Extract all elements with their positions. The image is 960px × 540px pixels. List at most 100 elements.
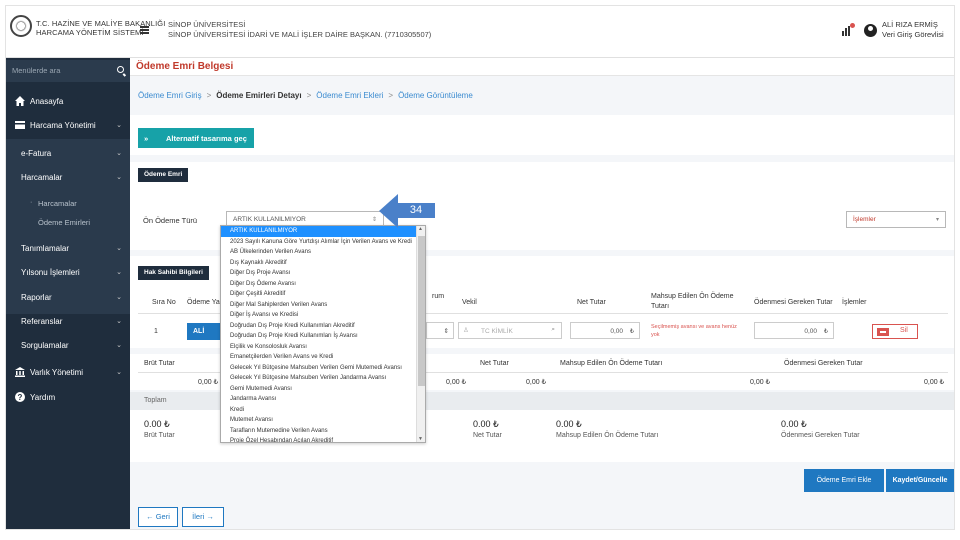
sidebar-item-e-fatura[interactable]: e-Fatura ⌄ xyxy=(6,144,130,164)
summary-header-mahsup: Mahsup Edilen Ön Ödeme Tutarı xyxy=(560,360,663,367)
dropdown-option[interactable]: Dış Kaynaklı Akreditif xyxy=(221,258,417,269)
col-header-odenmesi-gereken: Ödenmesi Gereken Tutar xyxy=(754,299,833,306)
sidebar-item-harcama-yonetimi[interactable]: Harcama Yönetimi ⌄ xyxy=(6,116,130,136)
sidebar-item-referanslar[interactable]: Referanslar ⌄ xyxy=(6,312,130,332)
dropdown-option[interactable]: Diğer Dış Proje Avansı xyxy=(221,268,417,279)
dropdown-option[interactable]: 2023 Sayılı Kanuna Göre Yurtdışı Alımlar… xyxy=(221,237,417,248)
back-button[interactable]: ← Geri xyxy=(138,507,178,527)
dropdown-option[interactable]: Diğer Çeşitli Akreditif xyxy=(221,289,417,300)
top-header: T.C. HAZİNE VE MALİYE BAKANLIĞI HARCAMA … xyxy=(6,6,954,58)
chevron-right-icon: > xyxy=(206,91,212,100)
sidebar-item-label: Tanımlamalar xyxy=(21,244,70,253)
notifications-icon[interactable] xyxy=(842,23,855,36)
dropdown-option[interactable]: Diğer Mal Sahiplerden Verilen Avans xyxy=(221,300,417,311)
chevron-down-icon: ⌄ xyxy=(116,122,122,129)
breadcrumb-item[interactable]: Ödeme Görüntüleme xyxy=(398,91,473,100)
alternative-design-button[interactable]: » Alternatif tasarıma geç xyxy=(138,128,254,148)
operations-select[interactable]: İşlemler ▾ xyxy=(846,211,946,228)
total-brut-label: Brüt Tutar xyxy=(144,432,175,439)
user-name: ALİ RIZA ERMİŞ xyxy=(882,20,938,29)
net-amount-input[interactable]: 0,00 ₺ xyxy=(570,322,640,339)
org-line-2: SİNOP ÜNİVERSİTESİ İDARİ VE MALİ İŞLER D… xyxy=(168,30,432,39)
sidebar-item-anasayfa[interactable]: Anasayfa xyxy=(6,92,130,112)
section-tag-payment: Ödeme Emri xyxy=(138,168,189,182)
delete-label: Sil xyxy=(900,327,908,334)
alternative-design-label: Alternatif tasarıma geç xyxy=(166,134,247,143)
total-mahsup-value: 0.00 ₺ xyxy=(556,419,582,429)
select-arrows-icon: ⇕ xyxy=(443,328,449,335)
dropdown-option[interactable]: Gemi Mutemedi Avansı xyxy=(221,384,417,395)
summary-header-brut: Brüt Tutar xyxy=(144,360,175,367)
menu-search-placeholder: Menülerde ara xyxy=(12,66,61,75)
col-header-islemler: İşlemler xyxy=(842,299,867,306)
dropdown-option[interactable]: Proje Özel Hesabından Açılan Akreditif xyxy=(221,436,417,442)
sidebar-item-label: Yardım xyxy=(30,393,56,402)
total-odenmesi-label: Ödenmesi Gereken Tutar xyxy=(781,432,860,439)
organization-info: SİNOP ÜNİVERSİTESİ SİNOP ÜNİVERSİTESİ İD… xyxy=(168,20,431,40)
due-amount-input[interactable]: 0,00 ₺ xyxy=(754,322,834,339)
dropdown-option[interactable]: Gelecek Yıl Bütçesine Mahsuben Verilen J… xyxy=(221,373,417,384)
ministry-logo xyxy=(10,15,32,37)
double-chevron-icon: » xyxy=(144,134,149,143)
dropdown-option[interactable]: Emanetçilerden Verilen Avans ve Kredi xyxy=(221,352,417,363)
dropdown-option[interactable]: Gelecek Yıl Bütçesine Mahsuben Verilen G… xyxy=(221,363,417,374)
dropdown-option[interactable]: Doğrudan Dış Proje Kredi Kullanımları Ak… xyxy=(221,321,417,332)
delete-row-button[interactable]: Sil xyxy=(872,324,918,339)
menu-toggle-icon[interactable] xyxy=(140,26,149,34)
dropdown-option[interactable]: Mutemet Avansı xyxy=(221,415,417,426)
app-window: T.C. HAZİNE VE MALİYE BAKANLIĞI HARCAMA … xyxy=(5,5,955,530)
total-brut-value: 0.00 ₺ xyxy=(144,419,170,429)
menu-search-box[interactable]: Menülerde ara xyxy=(6,60,130,82)
sidebar-item-tanimlamalar[interactable]: Tanımlamalar ⌄ xyxy=(6,239,130,259)
sidebar-item-varlik-yonetimi[interactable]: Varlık Yönetimi ⌄ xyxy=(6,363,130,383)
col-header-vekil: Vekil xyxy=(462,299,477,306)
scroll-down-icon[interactable]: ▼ xyxy=(418,436,423,442)
durum-stepper[interactable]: ⇕ xyxy=(426,322,454,339)
sidebar-item-odeme-emirleri[interactable]: Ödeme Emirleri xyxy=(6,213,130,233)
bank-icon xyxy=(15,367,25,377)
total-odenmesi-value: 0.00 ₺ xyxy=(781,419,807,429)
summary-value: 0,00 ₺ xyxy=(526,379,547,386)
page-title: Ödeme Emri Belgesi xyxy=(136,61,234,72)
sidebar-item-raporlar[interactable]: Raporlar ⌄ xyxy=(6,288,130,308)
save-update-button[interactable]: Kaydet/Güncelle xyxy=(886,469,954,492)
sidebar-item-yilsonu[interactable]: Yılsonu İşlemleri ⌄ xyxy=(6,263,130,283)
scrollbar-thumb[interactable] xyxy=(418,236,425,386)
vekil-placeholder: TC KİMLİK xyxy=(481,328,513,335)
home-icon xyxy=(15,96,25,106)
search-icon[interactable]: ⌕ xyxy=(551,326,555,334)
sidebar-item-label: Harcamalar xyxy=(38,199,77,208)
pre-payment-dropdown-list[interactable]: ARTIK KULLANILMIYOR 2023 Sayılı Kanuna Gö… xyxy=(220,225,426,443)
breadcrumb-item[interactable]: Ödeme Emri Ekleri xyxy=(316,91,383,100)
annotation-callout: 34 xyxy=(379,194,435,228)
vekil-input[interactable]: ♙ TC KİMLİK ⌕ xyxy=(458,322,562,339)
dropdown-option[interactable]: Doğrudan Dış Proje Kredi Kullanımları İş… xyxy=(221,331,417,342)
search-icon[interactable] xyxy=(117,66,124,73)
minus-icon xyxy=(877,328,889,336)
dropdown-scrollbar[interactable]: ▲ ▼ xyxy=(416,226,425,442)
user-avatar-icon[interactable] xyxy=(864,24,877,37)
help-icon: ? xyxy=(15,392,25,402)
sidebar-item-harcamalar-sub[interactable]: · Harcamalar xyxy=(6,194,130,214)
sidebar-item-harcamalar[interactable]: Harcamalar ⌄ xyxy=(6,168,130,188)
dropdown-option[interactable]: Tarafların Mutemedine Verilen Avans xyxy=(221,426,417,437)
design-toggle-panel: » Alternatif tasarıma geç xyxy=(130,115,954,155)
svg-text:?: ? xyxy=(18,393,23,402)
sidebar-item-sorgulamalar[interactable]: Sorgulamalar ⌄ xyxy=(6,336,130,356)
dropdown-option[interactable]: Elçilik ve Konsolosluk Avansı xyxy=(221,342,417,353)
sidebar-item-yardim[interactable]: ? Yardım xyxy=(6,388,130,408)
dropdown-option[interactable]: AB Ülkelerinden Verilen Avans xyxy=(221,247,417,258)
breadcrumb-item[interactable]: Ödeme Emri Giriş xyxy=(138,91,202,100)
add-payment-order-button[interactable]: Ödeme Emri Ekle xyxy=(804,469,884,492)
dropdown-option[interactable]: Jandarma Avansı xyxy=(221,394,417,405)
chevron-down-icon: ⌄ xyxy=(116,318,122,325)
totals-heading: Toplam xyxy=(144,397,167,404)
dropdown-option[interactable]: Diğer Dış Ödeme Avansı xyxy=(221,279,417,290)
breadcrumb-item-active[interactable]: Ödeme Emirleri Detayı xyxy=(216,91,301,100)
dropdown-option[interactable]: Kredi xyxy=(221,405,417,416)
next-button[interactable]: İleri → xyxy=(182,507,224,527)
user-info[interactable]: ALİ RIZA ERMİŞ Veri Giriş Görevlisi xyxy=(882,20,944,40)
pre-payment-label: Ön Ödeme Türü xyxy=(143,216,198,225)
operations-select-label: İşlemler xyxy=(853,216,876,223)
dropdown-option[interactable]: Diğer İş Avansı ve Kredisi xyxy=(221,310,417,321)
